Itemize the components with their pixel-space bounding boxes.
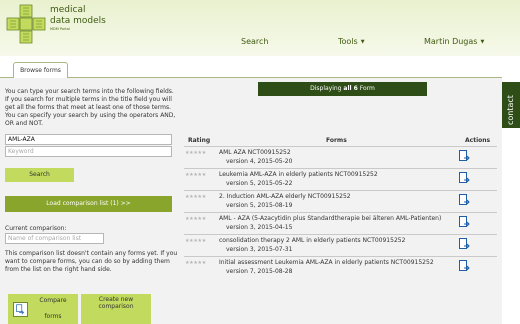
table-row: ★★★★★ AML - AZA (5-Azacytidin plus Stand… — [184, 212, 497, 234]
contact-label: contact — [506, 95, 515, 125]
brand-name[interactable]: medical data models MDM Portal — [50, 5, 106, 32]
rating-stars-icon[interactable]: ★★★★★ — [185, 172, 206, 178]
form-version: version 5, 2015-08-19 — [226, 202, 293, 209]
rating-stars-icon[interactable]: ★★★★★ — [185, 216, 206, 222]
main-panel: You can type your search terms into the … — [0, 77, 502, 324]
title-search-input[interactable]: AML-AZA — [5, 134, 172, 145]
actions-header: Actions — [465, 137, 491, 144]
compare-forms-icon — [13, 302, 28, 317]
display-prefix: Displaying — [310, 85, 342, 92]
compare-label-2: forms — [44, 313, 62, 320]
form-title-link[interactable]: Initial assessment Leukemia AML-AZA in e… — [219, 259, 434, 266]
add-form-icon[interactable] — [459, 238, 470, 252]
brand-line1: medical — [50, 5, 86, 15]
comparison-label: Current comparison: — [5, 225, 67, 232]
table-row: ★★★★★ 2. Induction AML-AZA elderly NCT00… — [184, 190, 497, 212]
search-button[interactable]: Search — [5, 168, 74, 182]
brand-line2: data models — [50, 16, 106, 26]
compare-label-1: Compare — [39, 297, 67, 304]
rating-header: Rating — [188, 137, 211, 144]
contact-tab[interactable]: contact — [502, 82, 520, 128]
display-suffix: Form — [359, 85, 375, 92]
comparison-note: This comparison list doesn't contain any… — [5, 250, 178, 273]
table-header: Rating Forms Actions — [184, 137, 497, 146]
nav-tools[interactable]: Tools ▼ — [338, 37, 365, 46]
table-row: ★★★★★ Leukemia AML-AZA in elderly patien… — [184, 168, 497, 190]
add-form-icon[interactable] — [459, 194, 470, 208]
rating-stars-icon[interactable]: ★★★★★ — [185, 194, 206, 200]
form-title-link[interactable]: AML - AZA (5-Azacytidin plus Standardthe… — [219, 215, 441, 222]
create-comparison-button[interactable]: Create new comparison — [81, 294, 151, 324]
form-title-link[interactable]: Leukemia AML-AZA in elderly patients NCT… — [219, 171, 378, 178]
chevron-down-icon: ▼ — [480, 39, 485, 45]
keyword-input[interactable]: Keyword — [5, 146, 172, 157]
nav-user[interactable]: Martin Dugas ▼ — [424, 37, 484, 46]
form-version: version 3, 2015-07-31 — [226, 246, 293, 253]
add-form-icon[interactable] — [459, 260, 470, 274]
brand-sub: MDM Portal — [50, 27, 70, 31]
add-form-icon[interactable] — [459, 216, 470, 230]
nav-search[interactable]: Search — [241, 37, 268, 46]
nav-user-label: Martin Dugas — [424, 37, 478, 46]
search-instructions: You can type your search terms into the … — [5, 88, 176, 127]
form-version: version 3, 2015-04-15 — [226, 224, 293, 231]
form-title-link[interactable]: AML AZA NCT00915252 — [219, 149, 291, 156]
table-row: ★★★★★ consolidation therapy 2 AML in eld… — [184, 234, 497, 256]
add-form-icon[interactable] — [459, 172, 470, 186]
add-form-icon[interactable] — [459, 150, 470, 164]
form-version: version 5, 2015-05-22 — [226, 180, 293, 187]
form-version: version 7, 2015-08-28 — [226, 268, 293, 275]
table-row: ★★★★★ AML AZA NCT00915252 version 4, 201… — [184, 146, 497, 168]
rating-stars-icon[interactable]: ★★★★★ — [185, 150, 206, 156]
nav-tools-label: Tools — [338, 37, 358, 46]
search-sidebar: You can type your search terms into the … — [0, 78, 180, 324]
rating-stars-icon[interactable]: ★★★★★ — [185, 238, 206, 244]
top-nav: Search Tools ▼ Martin Dugas ▼ — [0, 37, 520, 49]
display-count: all 6 — [343, 85, 358, 92]
display-count-banner: Displaying all 6 Form — [258, 82, 427, 96]
comparison-name-input[interactable]: Name of comparison list — [5, 233, 104, 244]
load-comparison-button[interactable]: Load comparison list (1) >> — [5, 196, 172, 212]
compare-forms-button[interactable]: Compare forms — [8, 294, 78, 324]
form-title-link[interactable]: 2. Induction AML-AZA elderly NCT00915252 — [219, 193, 351, 200]
tab-browse-forms[interactable]: Browse forms — [13, 62, 68, 78]
header: medical data models MDM Portal Search To… — [0, 0, 520, 56]
chevron-down-icon: ▼ — [360, 39, 365, 45]
forms-header: Forms — [326, 137, 347, 144]
form-title-link[interactable]: consolidation therapy 2 AML in elderly p… — [219, 237, 405, 244]
rating-stars-icon[interactable]: ★★★★★ — [185, 260, 206, 266]
form-version: version 4, 2015-05-20 — [226, 158, 293, 165]
table-row: ★★★★★ Initial assessment Leukemia AML-AZ… — [184, 256, 497, 278]
